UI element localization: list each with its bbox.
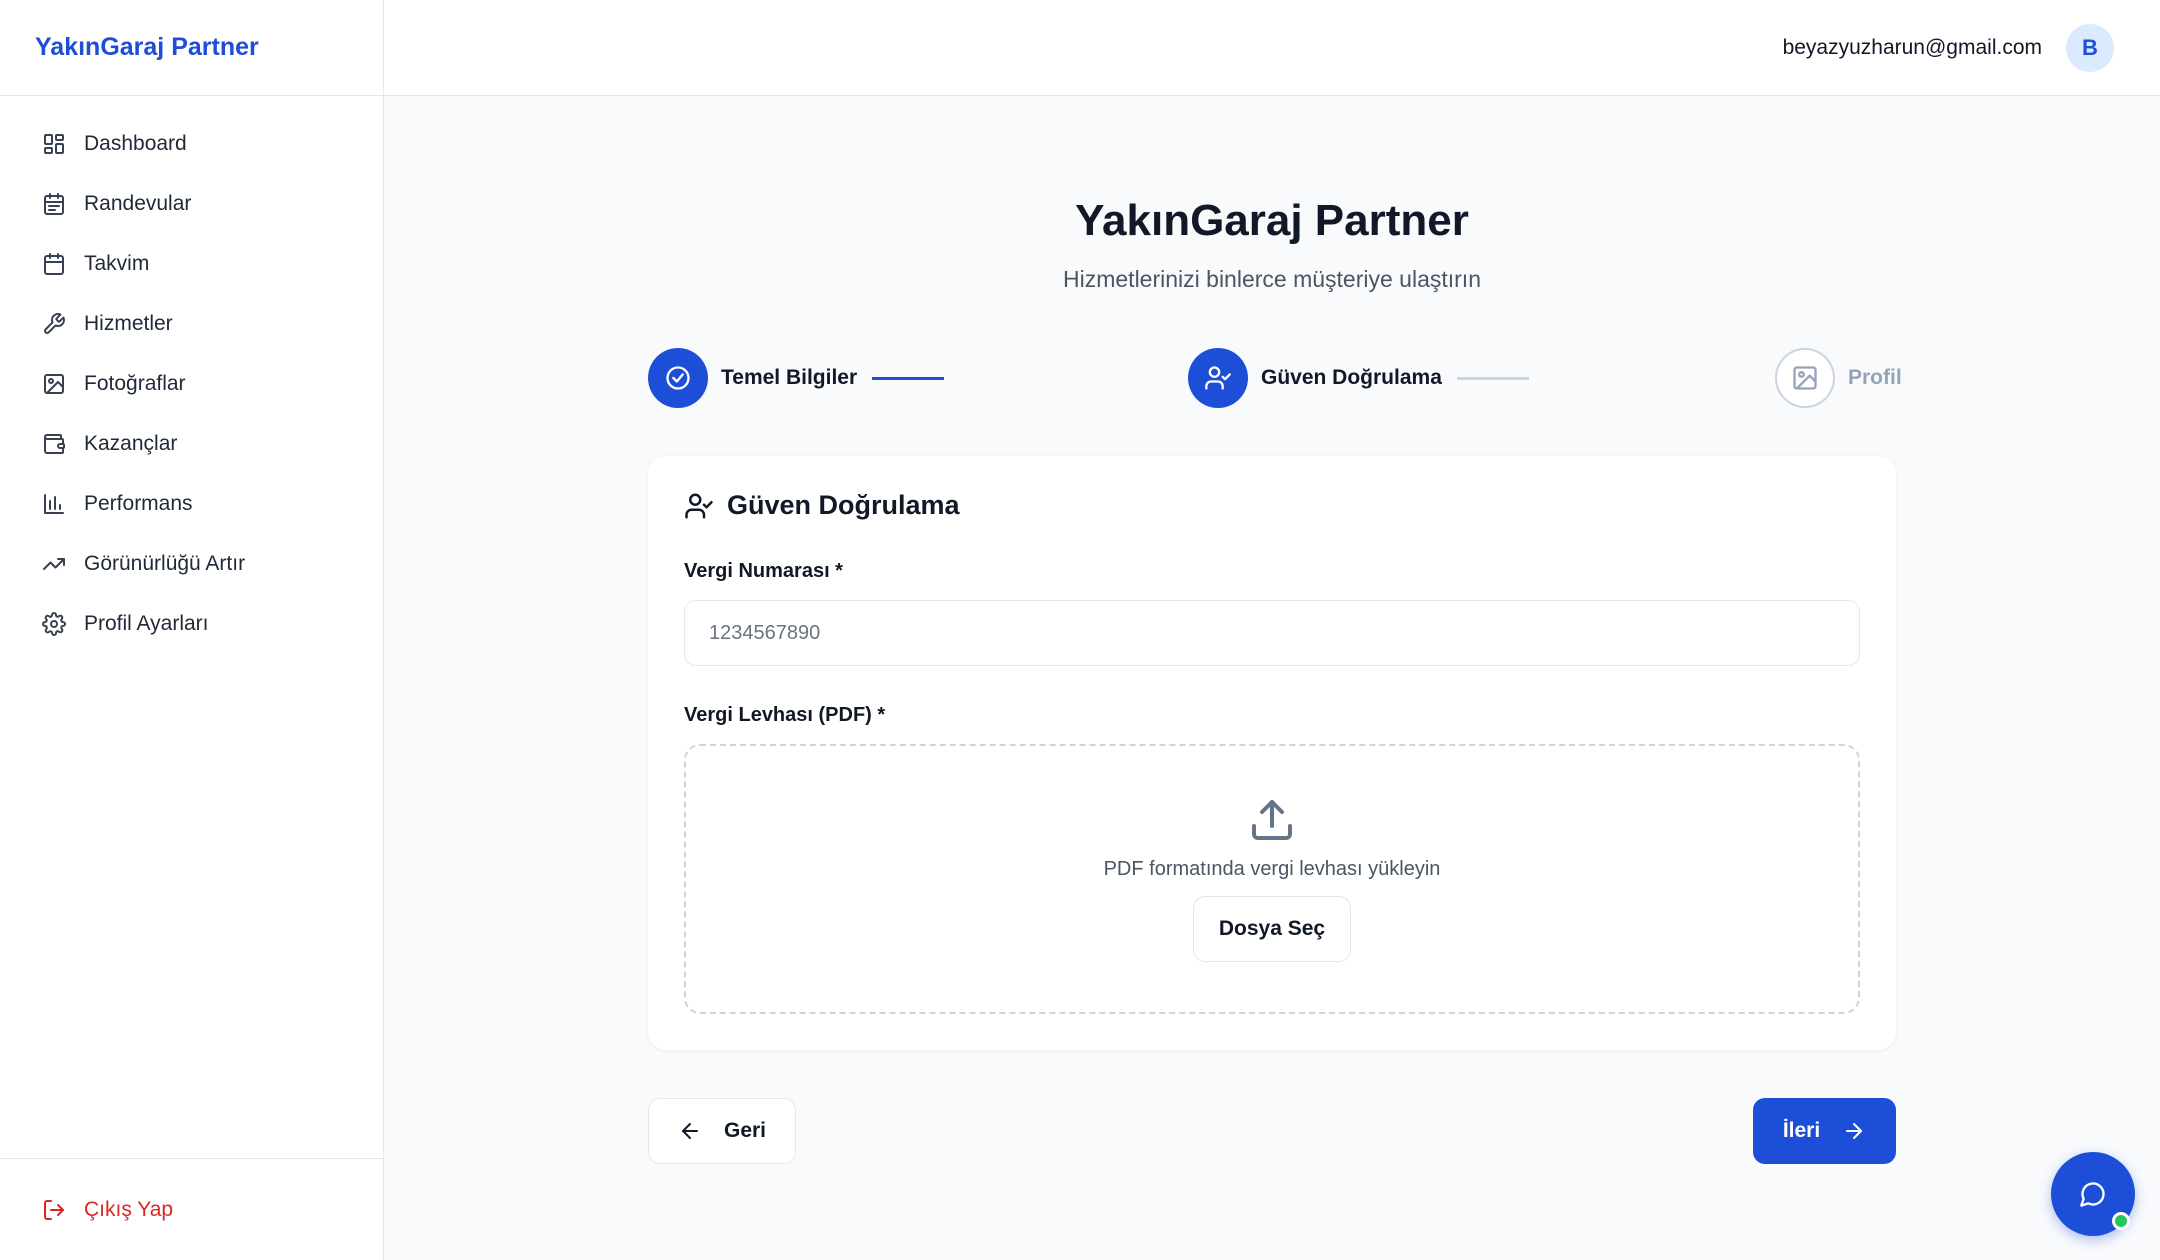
user-check-icon (1205, 366, 1231, 390)
avatar[interactable]: B (2066, 23, 2114, 72)
sidebar-item-randevular[interactable]: Randevular (0, 174, 383, 234)
user-email: beyazyuzharun@gmail.com (1782, 35, 2042, 59)
sidebar-footer: Çıkış Yap (0, 1158, 383, 1260)
gear-icon (42, 612, 66, 636)
sidebar-item-label: Kazançlar (84, 432, 178, 455)
calendar-icon (42, 252, 66, 276)
next-button-label: İleri (1782, 1119, 1821, 1142)
sidebar-item-profil-ayarlari[interactable]: Profil Ayarları (0, 594, 383, 654)
upload-icon (1248, 796, 1296, 844)
tax-number-input[interactable] (684, 600, 1860, 666)
arrow-left-icon (681, 1123, 698, 1139)
image-icon (1793, 366, 1817, 390)
step-circle (1188, 348, 1248, 408)
sidebar-brand[interactable]: YakınGaraj Partner (0, 0, 383, 96)
user-check-icon (685, 493, 713, 518)
step-temel-bilgiler[interactable]: Temel Bilgiler (648, 348, 857, 408)
step-connector-pending (1457, 377, 1529, 380)
tax-certificate-label: Vergi Levhası (PDF) * (684, 704, 886, 726)
check-circle-icon (666, 366, 690, 390)
step-label: Profil (1848, 366, 1902, 389)
image-icon (42, 372, 66, 396)
wrench-icon (42, 312, 66, 336)
page-subtitle: Hizmetlerinizi binlerce müşteriye ulaştı… (1063, 266, 1481, 292)
main-content: YakınGaraj Partner Hizmetlerinizi binler… (384, 96, 2160, 1260)
sidebar-item-label: Profil Ayarları (84, 612, 209, 635)
next-button[interactable]: İleri (1753, 1098, 1896, 1164)
sidebar-item-fotograflar[interactable]: Fotoğraflar (0, 354, 383, 414)
step-label: Temel Bilgiler (721, 366, 858, 389)
arrow-right-icon (1846, 1123, 1863, 1139)
logout-label: Çıkış Yap (84, 1197, 174, 1221)
verification-card: Güven Doğrulama Vergi Numarası * Vergi L… (648, 456, 1896, 1050)
card-title: Güven Doğrulama (727, 490, 960, 520)
online-status-dot (2112, 1212, 2130, 1230)
sidebar-item-hizmetler[interactable]: Hizmetler (0, 294, 383, 354)
sidebar-nav: Dashboard Randevular Takvim Hizmetler Fo… (0, 96, 383, 654)
sidebar-item-label: Görünürlüğü Artır (84, 552, 246, 575)
calendar-list-icon (42, 192, 66, 216)
sidebar-item-performans[interactable]: Performans (0, 474, 383, 534)
dropzone-hint: PDF formatında vergi levhası yükleyin (1103, 858, 1441, 880)
back-button-label: Geri (723, 1119, 767, 1142)
sidebar: YakınGaraj Partner Dashboard Randevular … (0, 0, 384, 1260)
step-profil[interactable]: Profil (1775, 348, 1902, 408)
wallet-icon (42, 432, 66, 456)
choose-file-button[interactable]: Dosya Seç (1193, 896, 1351, 962)
logout-icon (44, 1199, 64, 1220)
sidebar-item-label: Fotoğraflar (84, 372, 186, 395)
sidebar-item-label: Hizmetler (84, 312, 173, 335)
dashboard-icon (42, 132, 66, 156)
step-connector-completed (872, 377, 944, 380)
step-circle (648, 348, 708, 408)
topbar: beyazyuzharun@gmail.com B (384, 0, 2160, 96)
sidebar-item-gorunurluk[interactable]: Görünürlüğü Artır (0, 534, 383, 594)
step-circle (1775, 348, 1835, 408)
bar-chart-icon (42, 492, 66, 516)
sidebar-item-takvim[interactable]: Takvim (0, 234, 383, 294)
sidebar-item-label: Randevular (84, 192, 192, 215)
step-label: Güven Doğrulama (1261, 366, 1442, 389)
sidebar-item-label: Dashboard (84, 132, 187, 155)
page-title: YakınGaraj Partner (1075, 196, 1469, 245)
back-button[interactable]: Geri (648, 1098, 796, 1164)
sidebar-item-label: Performans (84, 492, 193, 515)
sidebar-item-kazanclar[interactable]: Kazançlar (0, 414, 383, 474)
step-guven-dogrulama[interactable]: Güven Doğrulama (1188, 348, 1442, 408)
chat-bubble-icon (2080, 1182, 2105, 1207)
sidebar-item-dashboard[interactable]: Dashboard (0, 114, 383, 174)
trending-up-icon (42, 552, 66, 576)
card-header: Güven Doğrulama (684, 490, 960, 521)
logout-button[interactable]: Çıkış Yap (42, 1198, 173, 1222)
tax-number-label: Vergi Numarası * (684, 560, 843, 582)
file-dropzone[interactable]: PDF formatında vergi levhası yükleyin Do… (684, 744, 1860, 1014)
sidebar-item-label: Takvim (84, 252, 150, 275)
